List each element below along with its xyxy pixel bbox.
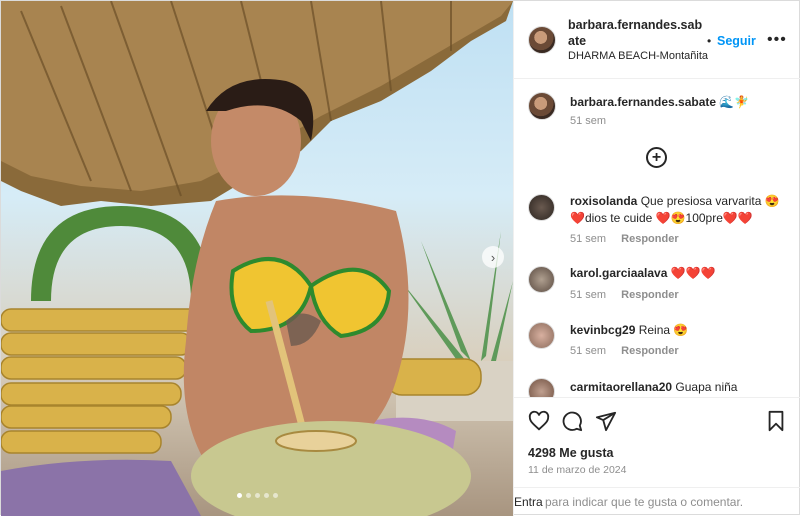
carousel-dot — [264, 493, 269, 498]
follow-button[interactable]: Seguir — [717, 34, 756, 48]
comment-username[interactable]: carmitaorellana20 — [570, 380, 672, 394]
comment-item: karol.garciaalava ❤️❤️❤️ — [570, 265, 788, 282]
next-photo-button[interactable]: › — [482, 246, 504, 268]
post-photo[interactable]: › — [1, 1, 513, 516]
post-header: barbara.fernandes.sab ate • Seguir DHARMA… — [514, 1, 800, 79]
plus-circle-icon[interactable]: + — [646, 147, 667, 168]
carousel-dot — [273, 493, 278, 498]
comment-time: 51 sem — [570, 233, 607, 245]
login-link[interactable]: Entra — [514, 495, 543, 509]
reply-button[interactable]: Responder — [621, 289, 678, 301]
caption-avatar[interactable] — [528, 92, 556, 120]
reply-button[interactable]: Responder — [621, 345, 678, 357]
carousel-dot — [255, 493, 260, 498]
login-prompt-text: para indicar que te gusta o comentar. — [545, 495, 744, 509]
caption-username[interactable]: barbara.fernandes.sabate — [570, 95, 716, 109]
bookmark-icon[interactable] — [766, 410, 786, 432]
comment-avatar[interactable] — [528, 378, 555, 397]
comments-list: barbara.fernandes.sabate 🌊🧚 51 sem + rox… — [514, 79, 800, 397]
comment-avatar[interactable] — [528, 322, 555, 349]
heart-icon[interactable] — [528, 410, 550, 432]
comment-item: carmitaorellana20 Guapa niña — [570, 379, 788, 396]
comment-text: ❤️❤️❤️ — [670, 266, 716, 280]
more-dots-icon[interactable]: ••• — [767, 31, 787, 49]
carousel-dot — [246, 493, 251, 498]
post-modal: › barbara.fernandes.sab ate • Seguir DHAR… — [0, 0, 800, 516]
send-icon[interactable] — [595, 410, 617, 432]
comment-meta: 51 sem Responder — [570, 345, 691, 357]
header-separator: • — [707, 34, 712, 48]
comment-username[interactable]: roxisolanda — [570, 194, 637, 208]
comment-meta: 51 sem Responder — [570, 289, 691, 301]
comment-text: Guapa niña — [675, 380, 738, 394]
comment-item: kevinbcg29 Reina 😍 — [570, 322, 788, 339]
post-actions: 4298 Me gusta 11 de marzo de 2024 — [514, 397, 800, 487]
author-username[interactable]: barbara.fernandes.sab ate — [568, 17, 713, 49]
caption-meta: 51 sem — [570, 115, 618, 127]
caption-time: 51 sem — [570, 115, 607, 127]
author-avatar[interactable] — [528, 26, 556, 54]
comment-text: Reina 😍 — [638, 323, 689, 337]
comment-avatar[interactable] — [528, 266, 555, 293]
photo-illustration — [1, 1, 513, 516]
comment-time: 51 sem — [570, 289, 607, 301]
comment-icon[interactable] — [561, 410, 583, 432]
caption: barbara.fernandes.sabate 🌊🧚 — [570, 94, 788, 111]
post-side-panel: barbara.fernandes.sab ate • Seguir DHARMA… — [513, 1, 800, 516]
likes-count[interactable]: 4298 Me gusta — [528, 446, 613, 460]
comment-username[interactable]: kevinbcg29 — [570, 323, 635, 337]
login-prompt: Entra para indicar que te gusta o coment… — [514, 487, 800, 516]
post-date: 11 de marzo de 2024 — [528, 464, 627, 476]
post-location[interactable]: DHARMA BEACH-Montañita — [568, 50, 708, 62]
reply-button[interactable]: Responder — [621, 233, 678, 245]
comment-time: 51 sem — [570, 345, 607, 357]
carousel-dots — [237, 493, 278, 498]
comment-item: roxisolanda Que presiosa varvarita 😍❤️di… — [570, 193, 788, 227]
comment-avatar[interactable] — [528, 194, 555, 221]
comment-meta: 51 sem Responder — [570, 233, 691, 245]
carousel-dot — [237, 493, 242, 498]
comment-username[interactable]: karol.garciaalava — [570, 266, 667, 280]
caption-text: 🌊🧚 — [719, 95, 750, 109]
